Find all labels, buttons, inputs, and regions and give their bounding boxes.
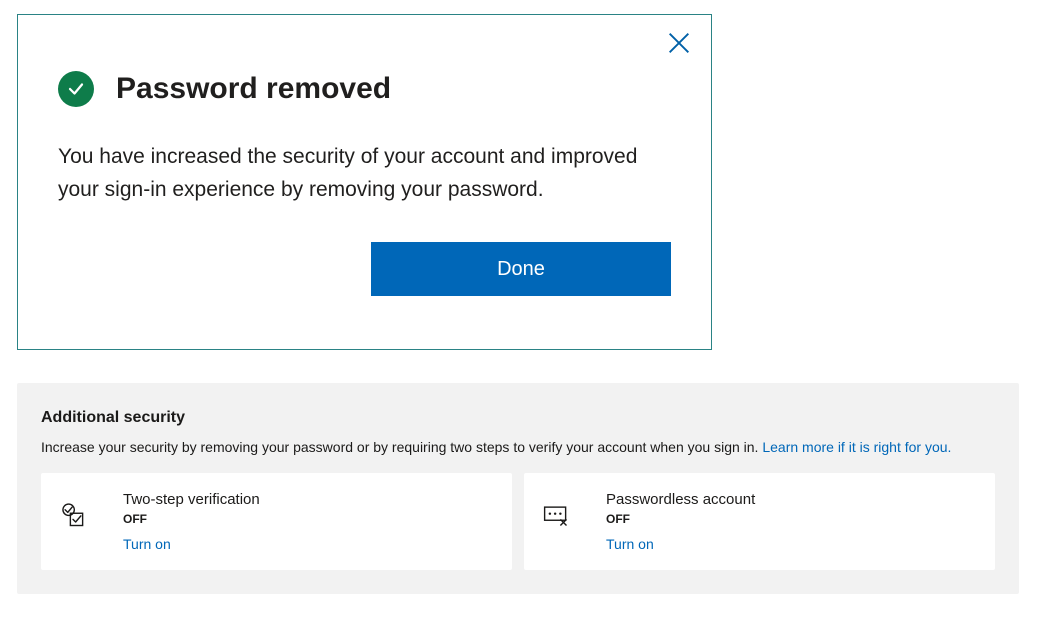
learn-more-link[interactable]: Learn more if it is right for you. xyxy=(762,439,951,455)
dialog-actions: Done xyxy=(58,242,671,296)
panel-subtext-text: Increase your security by removing your … xyxy=(41,439,762,455)
passwordless-account-icon xyxy=(542,501,570,529)
turn-on-link[interactable]: Turn on xyxy=(606,536,755,552)
password-removed-dialog: Password removed You have increased the … xyxy=(17,14,712,350)
close-icon[interactable] xyxy=(665,29,693,57)
card-title: Two-step verification xyxy=(123,491,260,508)
card-status: OFF xyxy=(606,512,755,526)
additional-security-panel: Additional security Increase your securi… xyxy=(17,383,1019,594)
card-two-step-verification: Two-step verification OFF Turn on xyxy=(41,473,512,570)
dialog-title: Password removed xyxy=(116,72,391,106)
dialog-header: Password removed xyxy=(58,71,671,107)
card-title: Passwordless account xyxy=(606,491,755,508)
dialog-body-text: You have increased the security of your … xyxy=(58,141,638,206)
panel-subtext: Increase your security by removing your … xyxy=(41,439,995,455)
two-step-verification-icon xyxy=(59,501,87,529)
checkmark-success-icon xyxy=(58,71,94,107)
card-passwordless-account: Passwordless account OFF Turn on xyxy=(524,473,995,570)
panel-heading: Additional security xyxy=(41,409,995,427)
security-cards: Two-step verification OFF Turn on Passwo… xyxy=(41,473,995,570)
turn-on-link[interactable]: Turn on xyxy=(123,536,260,552)
done-button[interactable]: Done xyxy=(371,242,671,296)
card-status: OFF xyxy=(123,512,260,526)
